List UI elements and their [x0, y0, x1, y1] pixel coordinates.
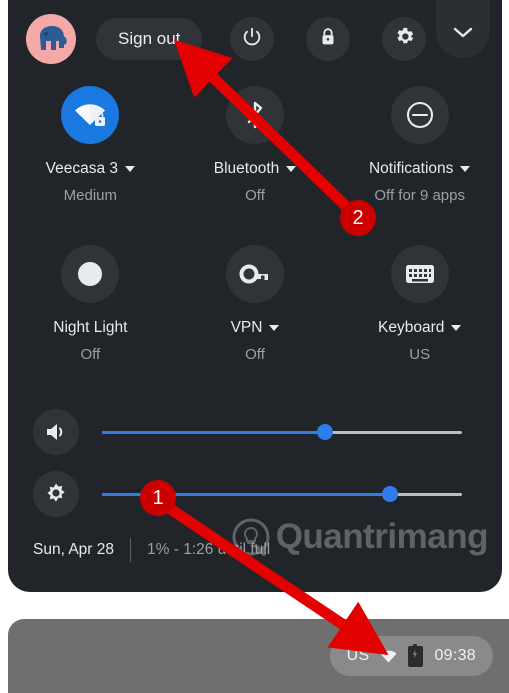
brightness-slider-row [8, 471, 502, 517]
shelf-clock: 09:38 [434, 647, 476, 664]
tile-wifi[interactable]: Veecasa 3 Medium [8, 86, 173, 204]
tile-notifications-sub: Off for 9 apps [374, 187, 465, 204]
shelf-keyboard-layout: US [346, 647, 370, 664]
chevron-down-icon[interactable] [286, 166, 297, 172]
bluetooth-icon [226, 86, 284, 144]
tile-notifications-label: Notifications [368, 160, 454, 177]
power-icon [241, 26, 263, 53]
tile-night-light[interactable]: Night Light Off [8, 245, 173, 363]
avatar[interactable] [26, 14, 76, 64]
brightness-slider-thumb[interactable] [382, 486, 398, 502]
tile-notifications[interactable]: Notifications Off for 9 apps [337, 86, 502, 204]
brightness-slider-fill [102, 492, 390, 496]
desktop-background: US 09:38 Sign out Veecasa 3 Medium Bluet… [0, 0, 509, 693]
chevron-down-icon[interactable] [460, 166, 471, 172]
brightness-slider[interactable] [102, 484, 462, 504]
do-not-disturb-icon [390, 86, 449, 144]
tile-keyboard[interactable]: Keyboard US [337, 245, 502, 363]
brightness-icon[interactable] [33, 471, 79, 517]
tray-top-bar: Sign out [8, 0, 502, 66]
date-label[interactable]: Sun, Apr 28 [33, 541, 114, 559]
volume-slider-row [8, 409, 502, 455]
tile-wifi-sub: Medium [63, 187, 118, 204]
tile-night-light-label-row: Night Light [53, 319, 127, 337]
quick-settings-row-2: Night Light Off VPN Off Keyboard US [8, 245, 502, 363]
tile-vpn-label: VPN [230, 319, 263, 336]
lock-icon [317, 26, 339, 53]
volume-slider[interactable] [102, 422, 462, 442]
watermark-text: Quantrimang [275, 517, 489, 556]
tile-bluetooth[interactable]: Bluetooth Off [173, 86, 338, 204]
tile-night-light-label: Night Light [53, 319, 128, 336]
tile-wifi-label-row: Veecasa 3 [45, 160, 136, 178]
gear-icon [393, 25, 416, 53]
shelf-status-area[interactable]: US 09:38 [329, 636, 493, 676]
wifi-icon [380, 650, 398, 663]
chevron-down-icon [453, 26, 473, 44]
power-button[interactable] [230, 17, 274, 61]
collapse-button[interactable] [436, 0, 490, 58]
tile-vpn[interactable]: VPN Off [173, 245, 338, 363]
shelf: US 09:38 [8, 619, 509, 693]
wifi-locked-icon [61, 86, 120, 144]
lock-button[interactable] [306, 17, 350, 61]
volume-slider-fill [102, 430, 326, 434]
tile-keyboard-label-row: Keyboard [378, 319, 462, 337]
battery-charging-icon [408, 643, 424, 667]
key-icon [226, 245, 284, 303]
speaker-icon[interactable] [33, 409, 79, 455]
quick-settings-row-1: Veecasa 3 Medium Bluetooth Off Notificat… [8, 86, 502, 204]
tile-vpn-sub: Off [245, 346, 265, 363]
tile-keyboard-label: Keyboard [378, 319, 445, 336]
tile-bluetooth-label-row: Bluetooth [214, 160, 297, 178]
tile-wifi-label: Veecasa 3 [45, 160, 119, 177]
volume-slider-thumb[interactable] [317, 424, 334, 440]
tile-night-light-sub: Off [80, 346, 101, 363]
divider [130, 538, 132, 562]
chevron-down-icon[interactable] [269, 325, 280, 331]
battery-status-label[interactable]: 1% - 1:26 until full [147, 541, 270, 559]
chevron-down-icon[interactable] [451, 325, 462, 331]
tile-bluetooth-label: Bluetooth [213, 160, 280, 177]
tile-bluetooth-sub: Off [245, 187, 265, 204]
sign-out-label: Sign out [118, 29, 181, 48]
keyboard-icon [390, 245, 449, 303]
system-tray-panel: Sign out Veecasa 3 Medium Bluetooth Off … [8, 0, 502, 592]
date-battery-row: Sun, Apr 28 1% - 1:26 until full [33, 538, 270, 562]
chevron-down-icon[interactable] [125, 166, 136, 172]
sign-out-button[interactable]: Sign out [96, 18, 203, 60]
settings-button[interactable] [382, 17, 426, 61]
tile-notifications-label-row: Notifications [368, 160, 471, 178]
tile-vpn-label-row: VPN [231, 319, 280, 337]
tile-keyboard-sub: US [409, 346, 431, 363]
moon-icon [61, 245, 120, 303]
